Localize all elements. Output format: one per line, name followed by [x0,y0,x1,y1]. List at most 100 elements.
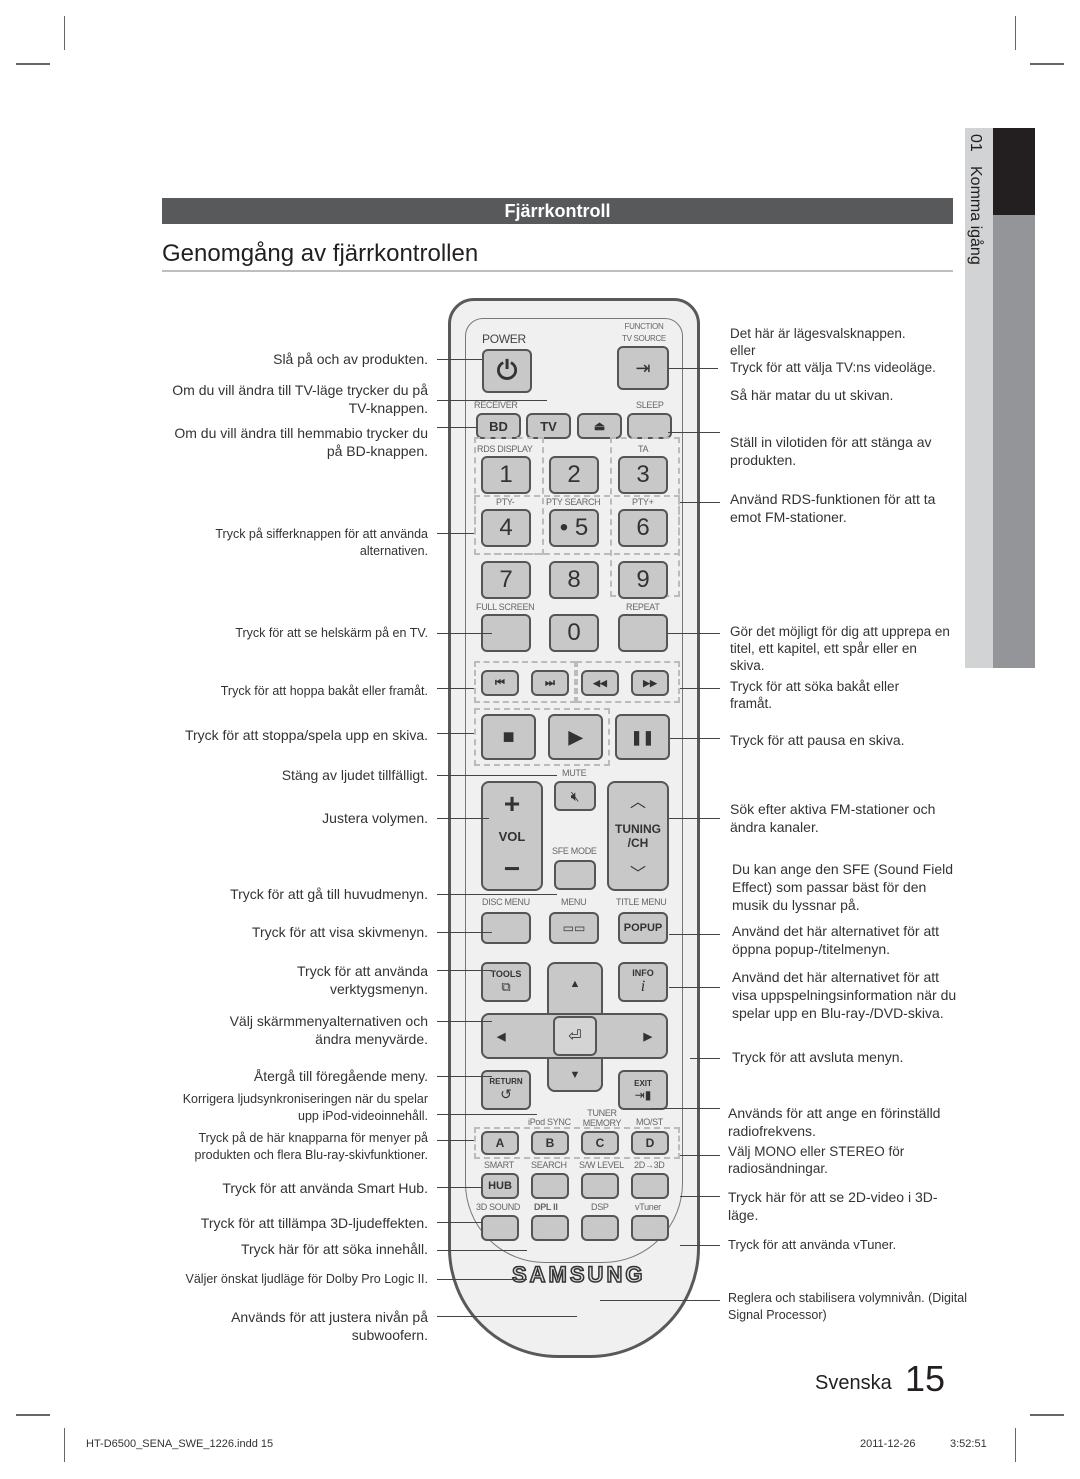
sleep-button[interactable] [627,413,672,439]
play-button[interactable]: ▶ [548,714,603,760]
digit-6-button[interactable]: 6 [618,509,668,547]
popup-button[interactable]: POPUP [618,912,668,944]
leader-line [437,1250,527,1251]
leader-line [437,1222,482,1223]
ipod-sync-label: iPod SYNC [528,1117,571,1127]
note-2d-3d: Tryck här för att se 2D-video i 3D-läge. [728,1189,938,1223]
digit-9-button[interactable]: 9 [618,561,668,599]
leader-line [670,738,720,739]
pause-button[interactable]: ❚❚ [615,714,670,760]
2d-to-3d-button[interactable] [631,1173,669,1199]
volume-down-icon: − [503,852,521,884]
button-c[interactable]: C [581,1131,619,1155]
dpad-down-button[interactable]: ▼ [547,1060,603,1092]
skip-back-button[interactable]: ⏮ [481,670,519,696]
dolby-pl2-label: DPL II [534,1202,558,1212]
rewind-button[interactable]: ◀◀ [581,670,619,696]
button-a[interactable]: A [481,1131,519,1155]
note-rds: Använd RDS-funktionen för att ta emot FM… [730,491,936,525]
repeat-label: REPEAT [626,602,660,612]
repeat-button[interactable] [618,614,668,652]
section-header: Fjärrkontroll [162,198,953,224]
volume-rocker[interactable]: + VOL − [481,781,543,891]
stop-button[interactable]: ■ [481,714,536,760]
sw-level-button[interactable] [581,1173,619,1199]
smart-hub-button[interactable]: HUB [481,1173,519,1199]
vtuner-label: vTuner [635,1202,661,1212]
info-label: INFO [632,968,654,978]
mo-st-label: MO/ST [636,1117,663,1127]
enter-button[interactable]: ⏎ [553,1016,597,1056]
digit-4-button[interactable]: 4 [481,509,531,547]
digit-2-button[interactable]: 2 [549,456,599,494]
note-full-screen: Tryck för att se helskärm på en TV. [235,626,428,640]
function-button[interactable]: ⇥ [617,346,669,390]
3d-sound-label: 3D SOUND [476,1202,521,1212]
leader-line [437,1140,474,1141]
volume-label: VOL [498,828,526,844]
arrow-right-icon[interactable]: ▶ [644,1030,652,1043]
channel-label: /CH [627,836,649,850]
note-number-keys: Tryck på sifferknappen för att använda a… [215,527,428,558]
leader-line [668,368,718,369]
note-navigation: Välj skärmmenyalternativen och ändra men… [229,1013,428,1047]
arrow-up-icon: ▲ [569,978,581,990]
dolby-pl2-button[interactable] [531,1215,569,1241]
return-icon: ↺ [500,1086,512,1102]
note-tools: Tryck för att använda verktygsmenyn. [297,963,428,997]
note-bd-mode: Om du vill ändra till hemmabio trycker d… [174,425,428,459]
button-b[interactable]: B [531,1131,569,1155]
disc-menu-button[interactable] [481,912,531,944]
eject-button[interactable]: ⏏ [577,413,622,439]
digit-5-button[interactable]: • 5 [549,509,599,547]
input-source-icon: ⇥ [635,357,651,378]
crop-mark [1030,1414,1064,1416]
fast-forward-icon: ▶▶ [643,677,657,688]
leader-line [680,1155,720,1156]
note-power: Slå på och av produkten. [273,351,428,367]
exit-button[interactable]: EXIT ⇥▮ [618,1070,668,1110]
note-exit: Tryck för att avsluta menyn. [732,1049,904,1065]
note-search: Tryck här för att söka innehåll. [240,1241,428,1257]
tuning-channel-rocker[interactable]: ︿ TUNING /CH ﹀ [607,781,669,891]
leader-line [437,970,492,971]
exit-label: EXIT [634,1078,652,1088]
skip-forward-button[interactable]: ⏭ [531,670,569,696]
3d-sound-button[interactable] [481,1215,519,1241]
tv-button[interactable]: TV [526,413,571,439]
footer-time: 3:52:51 [950,1438,987,1450]
digit-0-button[interactable]: 0 [549,614,599,652]
menu-label: MENU [561,897,587,907]
note-vtuner: Tryck för att använda vTuner. [728,1237,897,1252]
tools-label: TOOLS [490,969,522,979]
note-abcd: Tryck på de här knapparna för menyer på … [194,1131,428,1162]
rewind-icon: ◀◀ [593,677,607,688]
note-disc-menu: Tryck för att visa skivmenyn. [251,924,428,940]
note-function: Det här är lägesvalsknappen. eller Tryck… [730,326,936,375]
leader-line [437,1076,492,1077]
power-label: POWER [482,332,526,346]
menu-button[interactable]: ▭▭ [549,912,599,944]
arrow-left-icon[interactable]: ◀ [497,1030,505,1043]
digit-8-button[interactable]: 8 [549,561,599,599]
power-button[interactable]: ⏻ [482,349,532,393]
dsp-button[interactable] [581,1215,619,1241]
digit-7-button[interactable]: 7 [481,561,531,599]
pause-icon: ❚❚ [630,728,655,745]
bd-button[interactable]: BD [476,413,521,439]
sfe-mode-button[interactable] [554,860,596,890]
mute-button[interactable]: 🔇︎ [554,781,596,811]
button-d[interactable]: D [631,1131,669,1155]
skip-back-icon: ⏮ [495,676,505,689]
crop-mark [1030,63,1064,65]
chapter-tab-label: 01 Komma igång [966,134,984,275]
search-button[interactable] [531,1173,569,1199]
fast-forward-button[interactable]: ▶▶ [631,670,669,696]
vtuner-button[interactable] [631,1215,669,1241]
receiver-label: RECEIVER [474,400,518,410]
chevron-down-icon: ﹀ [629,866,646,883]
digit-1-button[interactable]: 1 [481,456,531,494]
tools-button[interactable]: TOOLS ⧉ [481,962,531,1002]
info-button[interactable]: INFO i [618,962,668,1002]
digit-3-button[interactable]: 3 [618,456,668,494]
